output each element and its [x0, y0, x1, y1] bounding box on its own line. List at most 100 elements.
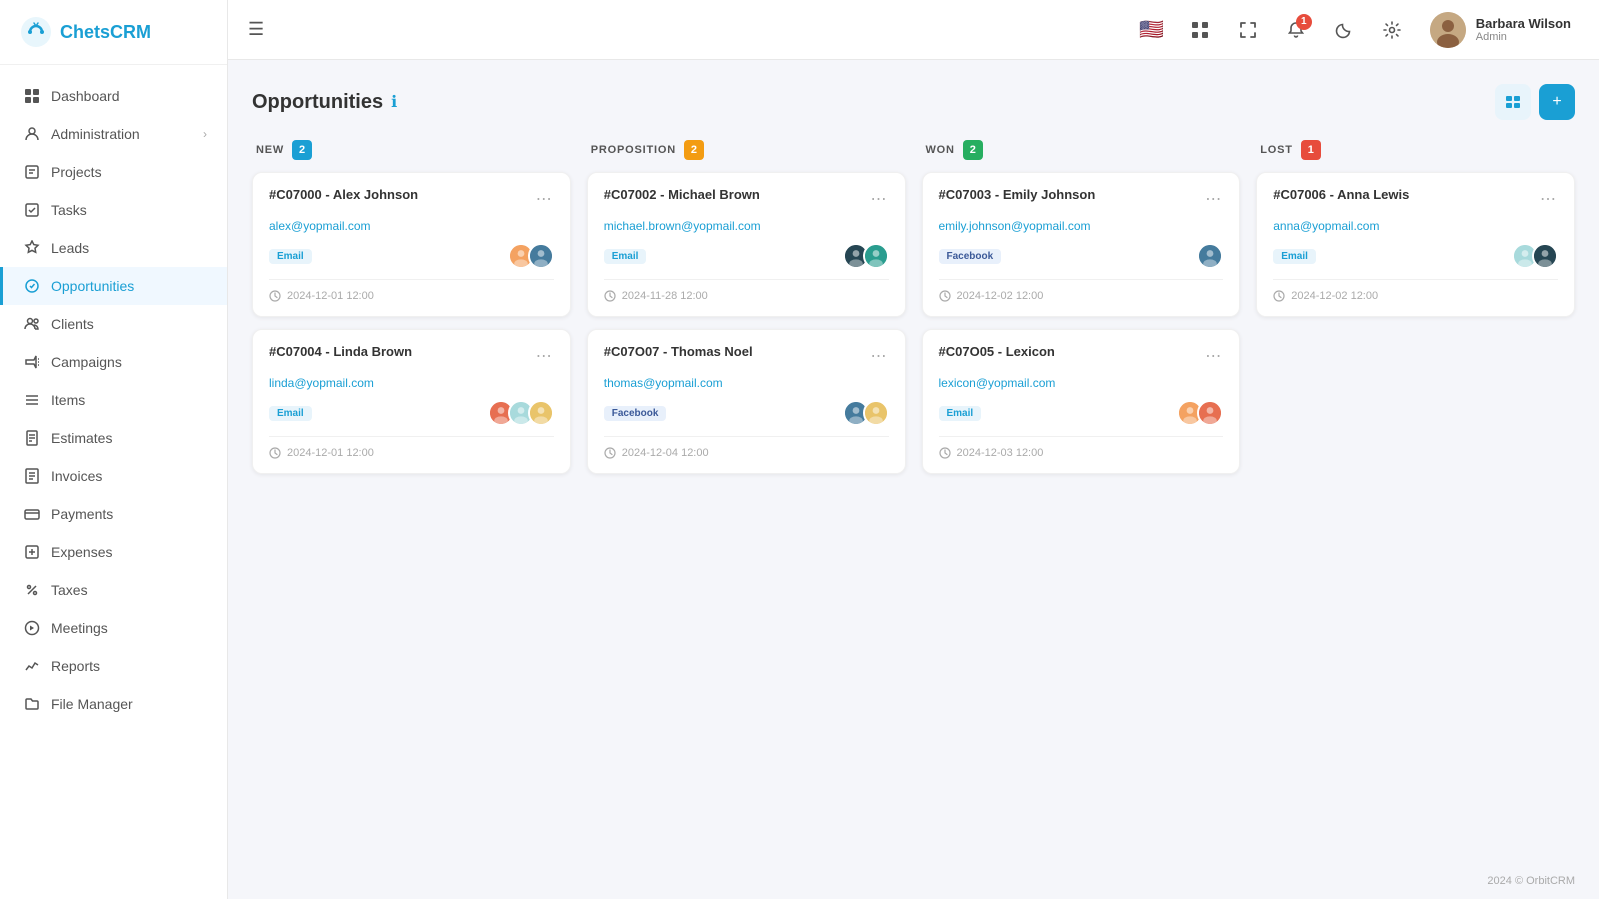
card-avatars	[1177, 400, 1223, 426]
card-title: #C07002 - Michael Brown	[604, 187, 760, 202]
view-toggle-button[interactable]	[1495, 84, 1531, 120]
card-divider	[604, 436, 889, 437]
projects-icon	[23, 163, 41, 181]
sidebar-label-projects: Projects	[51, 164, 102, 180]
card-avatars	[508, 243, 554, 269]
language-selector[interactable]: 🇺🇸	[1134, 12, 1170, 48]
user-role: Admin	[1476, 31, 1571, 43]
kanban-column-won: WON 2 #C07003 - Emily Johnson ⋯ emily.jo…	[922, 140, 1241, 486]
theme-toggle[interactable]	[1326, 12, 1362, 48]
card-date: 2024-12-03 12:00	[957, 447, 1044, 459]
fullscreen-button[interactable]	[1230, 12, 1266, 48]
expenses-icon	[23, 543, 41, 561]
header: ☰ 🇺🇸 1	[228, 0, 1599, 60]
card-menu-button[interactable]: ⋯	[534, 187, 554, 211]
sidebar-item-projects[interactable]: Projects	[0, 153, 227, 191]
card-email[interactable]: thomas@yopmail.com	[604, 376, 889, 390]
sidebar-item-administration[interactable]: Administration ›	[0, 115, 227, 153]
add-opportunity-button[interactable]: +	[1539, 84, 1575, 120]
sidebar-item-estimates[interactable]: Estimates	[0, 419, 227, 457]
opportunity-card: #C07000 - Alex Johnson ⋯ alex@yopmail.co…	[252, 172, 571, 317]
settings-button[interactable]	[1374, 12, 1410, 48]
sidebar-item-taxes[interactable]: Taxes	[0, 571, 227, 609]
sidebar-item-meetings[interactable]: Meetings	[0, 609, 227, 647]
card-menu-button[interactable]: ⋯	[869, 344, 889, 368]
card-avatar	[1532, 243, 1558, 269]
reports-icon	[23, 657, 41, 675]
card-title: #C07003 - Emily Johnson	[939, 187, 1096, 202]
sidebar-item-expenses[interactable]: Expenses	[0, 533, 227, 571]
logo-icon	[20, 16, 52, 48]
card-divider	[1273, 279, 1558, 280]
card-date: 2024-12-04 12:00	[622, 447, 709, 459]
clock-icon	[604, 290, 616, 302]
card-divider	[604, 279, 889, 280]
page-title: Opportunities	[252, 91, 383, 114]
footer-text: 2024 © OrbitCRM	[1487, 875, 1575, 887]
card-avatar	[863, 400, 889, 426]
notifications-button[interactable]: 1	[1278, 12, 1314, 48]
card-menu-button[interactable]: ⋯	[1203, 344, 1223, 368]
info-icon[interactable]: ℹ	[391, 92, 397, 112]
sidebar-item-dashboard[interactable]: Dashboard	[0, 77, 227, 115]
card-email[interactable]: michael.brown@yopmail.com	[604, 219, 889, 233]
menu-toggle[interactable]: ☰	[248, 19, 264, 40]
logo[interactable]: ChetsCRM	[0, 0, 227, 65]
sidebar-item-items[interactable]: Items	[0, 381, 227, 419]
card-menu-button[interactable]: ⋯	[869, 187, 889, 211]
card-source-tag: Facebook	[939, 249, 1002, 264]
card-meta: Facebook	[939, 249, 1002, 264]
card-email[interactable]: linda@yopmail.com	[269, 376, 554, 390]
sidebar-item-payments[interactable]: Payments	[0, 495, 227, 533]
card-meta: Email	[1273, 249, 1316, 264]
card-divider	[269, 279, 554, 280]
card-email[interactable]: alex@yopmail.com	[269, 219, 554, 233]
apps-grid-button[interactable]	[1182, 12, 1218, 48]
sidebar-item-opportunities[interactable]: Opportunities	[0, 267, 227, 305]
card-footer: Email	[939, 400, 1224, 426]
sidebar-item-invoices[interactable]: Invoices	[0, 457, 227, 495]
card-time: 2024-12-03 12:00	[939, 447, 1224, 459]
sidebar-item-clients[interactable]: Clients	[0, 305, 227, 343]
payments-icon	[23, 505, 41, 523]
card-meta: Email	[269, 249, 312, 264]
card-email[interactable]: emily.johnson@yopmail.com	[939, 219, 1224, 233]
sidebar-item-campaigns[interactable]: Campaigns	[0, 343, 227, 381]
card-avatars	[1197, 243, 1223, 269]
card-time: 2024-11-28 12:00	[604, 290, 889, 302]
sidebar-item-tasks[interactable]: Tasks	[0, 191, 227, 229]
sidebar-label-tasks: Tasks	[51, 202, 87, 218]
card-header: #C07004 - Linda Brown ⋯	[269, 344, 554, 368]
card-title: #C07004 - Linda Brown	[269, 344, 412, 359]
card-avatars	[1512, 243, 1558, 269]
sidebar-item-file-manager[interactable]: File Manager	[0, 685, 227, 723]
card-menu-button[interactable]: ⋯	[1203, 187, 1223, 211]
user-name: Barbara Wilson	[1476, 16, 1571, 31]
notification-badge: 1	[1296, 14, 1312, 30]
card-avatar	[1197, 400, 1223, 426]
card-date: 2024-12-01 12:00	[287, 290, 374, 302]
sidebar-label-clients: Clients	[51, 316, 94, 332]
sidebar-label-campaigns: Campaigns	[51, 354, 122, 370]
column-count-won: 2	[963, 140, 983, 160]
card-email[interactable]: lexicon@yopmail.com	[939, 376, 1224, 390]
card-email[interactable]: anna@yopmail.com	[1273, 219, 1558, 233]
card-menu-button[interactable]: ⋯	[534, 344, 554, 368]
estimates-icon	[23, 429, 41, 447]
card-menu-button[interactable]: ⋯	[1538, 187, 1558, 211]
sidebar-item-leads[interactable]: Leads	[0, 229, 227, 267]
campaigns-icon	[23, 353, 41, 371]
card-header: #C07002 - Michael Brown ⋯	[604, 187, 889, 211]
sidebar-label-administration: Administration	[51, 126, 140, 142]
card-time: 2024-12-01 12:00	[269, 290, 554, 302]
sidebar-item-reports[interactable]: Reports	[0, 647, 227, 685]
clock-icon	[269, 290, 281, 302]
gear-icon	[1383, 21, 1401, 39]
card-header: #C07000 - Alex Johnson ⋯	[269, 187, 554, 211]
column-count-lost: 1	[1301, 140, 1321, 160]
clock-icon	[604, 447, 616, 459]
card-avatar	[863, 243, 889, 269]
card-footer: Facebook	[939, 243, 1224, 269]
user-profile[interactable]: Barbara Wilson Admin	[1422, 8, 1579, 52]
sidebar-label-expenses: Expenses	[51, 544, 112, 560]
